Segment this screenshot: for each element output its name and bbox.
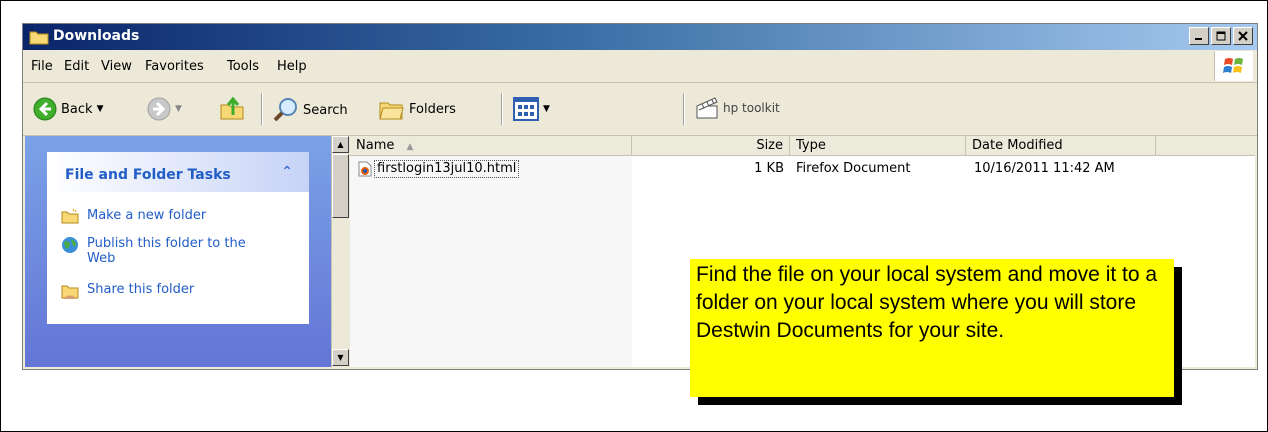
up-folder-icon: [220, 96, 244, 120]
task-panel-title: File and Folder Tasks: [65, 167, 231, 183]
search-label: Search: [303, 102, 348, 118]
hp-toolkit-button[interactable]: hp toolkit: [695, 97, 780, 119]
file-row[interactable]: firstlogin13jul10.html 1 KB Firefox Docu…: [350, 160, 1255, 178]
task-label: Share this folder: [87, 282, 195, 297]
back-label: Back: [61, 101, 93, 117]
file-folder-tasks-panel: File and Folder Tasks ⌃ Make a new folde…: [47, 152, 309, 324]
windows-logo-icon: [1214, 51, 1253, 81]
column-header-name[interactable]: Name ▲: [350, 136, 632, 155]
views-dropdown-icon[interactable]: ▼: [543, 104, 550, 114]
task-pane: File and Folder Tasks ⌃ Make a new folde…: [25, 136, 331, 367]
forward-button[interactable]: ▼: [147, 97, 182, 121]
column-name-label: Name: [356, 138, 395, 153]
folders-icon: [379, 102, 404, 120]
task-label: Publish this folder to the Web: [87, 236, 246, 266]
minimize-icon: [1195, 38, 1202, 40]
menu-tools[interactable]: Tools: [227, 59, 259, 74]
back-button[interactable]: Back ▼: [33, 97, 103, 121]
task-pane-scrollbar[interactable]: ▲ ▼: [331, 136, 350, 367]
sort-ascending-icon: ▲: [406, 142, 414, 152]
folder-icon: [29, 29, 49, 49]
views-icon: [513, 97, 539, 121]
search-icon: [273, 98, 297, 122]
back-arrow-icon: [33, 97, 57, 121]
task-publish-folder[interactable]: Publish this folder to the Web: [61, 236, 261, 266]
task-share-folder[interactable]: Share this folder: [61, 282, 194, 304]
folders-label: Folders: [409, 101, 456, 117]
search-button[interactable]: Search: [273, 97, 348, 123]
collapse-chevron-icon[interactable]: ⌃: [281, 164, 293, 180]
menu-bar: File Edit View Favorites Tools Help: [23, 50, 1257, 83]
up-folder-button[interactable]: [219, 95, 245, 121]
column-header-date-modified[interactable]: Date Modified: [966, 136, 1156, 155]
scroll-up-arrow-icon[interactable]: ▲: [332, 136, 349, 153]
folders-button[interactable]: Folders: [379, 97, 456, 121]
globe-icon: [61, 236, 79, 266]
menu-help[interactable]: Help: [277, 59, 307, 74]
scroll-down-arrow-icon[interactable]: ▼: [332, 349, 349, 366]
maximize-button[interactable]: [1211, 27, 1231, 45]
clapperboard-icon: [696, 97, 718, 119]
menu-edit[interactable]: Edit: [64, 59, 89, 74]
forward-arrow-icon: [147, 97, 171, 121]
share-folder-icon: [61, 282, 79, 304]
file-size: 1 KB: [754, 161, 784, 176]
hp-toolkit-label: hp toolkit: [723, 101, 780, 115]
sorted-column-highlight: [350, 156, 632, 367]
scrollbar-thumb[interactable]: [332, 154, 349, 218]
minimize-button[interactable]: [1189, 27, 1209, 45]
new-folder-icon: [61, 208, 79, 228]
window-title: Downloads: [53, 28, 140, 44]
task-make-new-folder[interactable]: Make a new folder: [61, 208, 206, 228]
forward-dropdown-icon[interactable]: ▼: [175, 104, 182, 114]
file-name[interactable]: firstlogin13jul10.html: [374, 160, 520, 178]
file-date-modified: 10/16/2011 11:42 AM: [974, 161, 1115, 176]
menu-file[interactable]: File: [31, 59, 53, 74]
close-icon: [1238, 31, 1248, 41]
firefox-file-icon: [358, 160, 372, 183]
task-label: Make a new folder: [87, 208, 207, 223]
task-panel-header[interactable]: File and Folder Tasks ⌃: [47, 152, 309, 192]
back-dropdown-icon[interactable]: ▼: [97, 104, 104, 114]
instruction-callout: Find the file on your local system and m…: [690, 259, 1174, 397]
views-button[interactable]: ▼: [513, 97, 550, 121]
column-header-row: Name ▲ Size Type Date Modified: [350, 136, 1255, 156]
menu-view[interactable]: View: [101, 59, 132, 74]
file-type: Firefox Document: [796, 161, 911, 176]
column-header-size[interactable]: Size: [632, 136, 790, 155]
column-header-type[interactable]: Type: [790, 136, 966, 155]
close-button[interactable]: [1233, 27, 1253, 45]
maximize-icon: [1216, 31, 1226, 41]
toolbar: Back ▼ ▼ Search Folders ▼ hp toolkit: [23, 83, 1257, 136]
title-bar[interactable]: Downloads: [23, 24, 1257, 50]
menu-favorites[interactable]: Favorites: [145, 59, 204, 74]
